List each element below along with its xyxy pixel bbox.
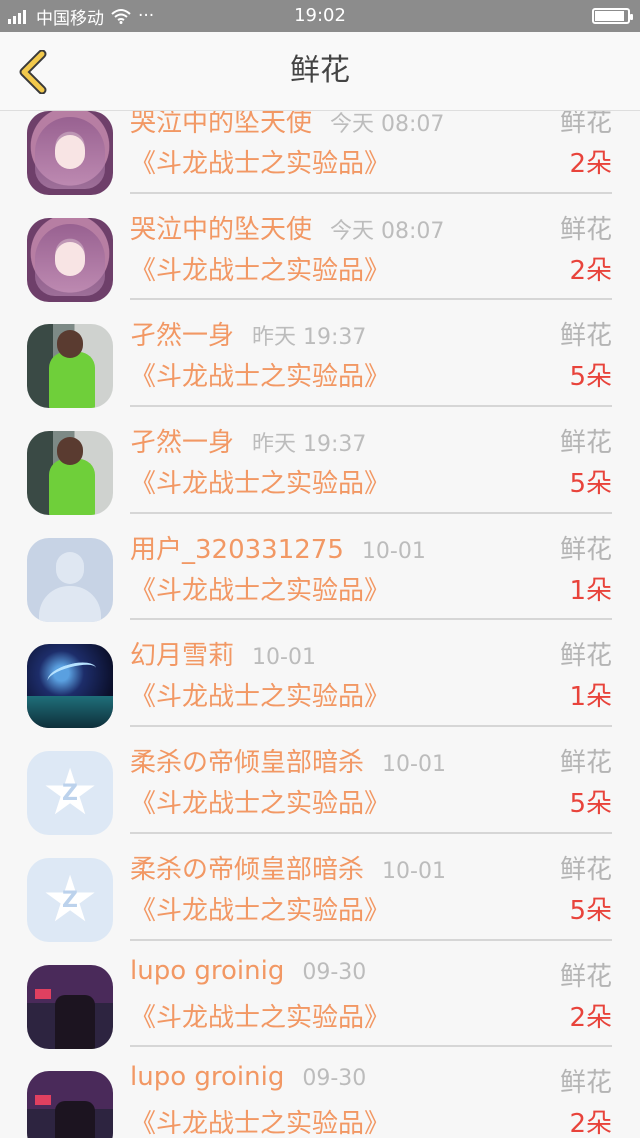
avatar[interactable] xyxy=(27,1071,113,1138)
book-title[interactable]: 《斗龙战士之实验品》 xyxy=(130,1103,390,1138)
sender-name[interactable]: lupo groinig 09-30 xyxy=(130,1062,366,1092)
gift-type: 鲜花 xyxy=(559,214,612,245)
sender-name[interactable]: 孑然一身 昨天 19:37 xyxy=(130,422,366,459)
list-item[interactable]: 哭泣中的坠天使 今天 08:07 鲜花《斗龙战士之实验品》 2朵 xyxy=(0,194,640,302)
sender-name[interactable]: lupo groinig 09-30 xyxy=(130,956,366,986)
list-item[interactable]: 哭泣中的坠天使 今天 08:07 鲜花《斗龙战士之实验品》 2朵 xyxy=(0,111,640,195)
gift-type: 鲜花 xyxy=(559,321,612,352)
avatar[interactable] xyxy=(27,324,113,409)
sender-name-text[interactable]: 柔杀の帝倾皇部暗杀 xyxy=(130,748,364,778)
list-item[interactable]: 孑然一身 昨天 19:37 鲜花《斗龙战士之实验品》 5朵 xyxy=(0,407,640,516)
gift-time: 今天 08:07 xyxy=(330,112,445,137)
gift-count: 2朵 xyxy=(569,1109,612,1138)
sender-name[interactable]: 哭泣中的坠天使 今天 08:07 xyxy=(130,111,444,139)
gift-count: 1朵 xyxy=(569,575,612,606)
avatar[interactable]: ★ Z xyxy=(27,857,113,942)
avatar[interactable] xyxy=(27,644,113,729)
gift-time: 10-01 xyxy=(361,538,426,564)
book-title[interactable]: 《斗龙战士之实验品》 xyxy=(130,143,390,180)
gift-type: 鲜花 xyxy=(559,961,612,992)
gift-type: 鲜花 xyxy=(559,854,612,885)
avatar[interactable] xyxy=(27,217,113,302)
status-bar: 中国移动 ··· 19:02 xyxy=(0,0,640,32)
battery-icon xyxy=(592,8,633,24)
list-item[interactable]: ★ Z 柔杀の帝倾皇部暗杀 10-01 鲜花《斗龙战士之实验品》 5朵 xyxy=(0,834,640,942)
sender-name-text[interactable]: 孑然一身 xyxy=(130,321,234,351)
avatar[interactable] xyxy=(27,964,113,1049)
list-item[interactable]: 用户_320331275 10-01 鲜花《斗龙战士之实验品》 1朵 xyxy=(0,514,640,622)
gift-count: 5朵 xyxy=(569,362,612,393)
status-time: 19:02 xyxy=(294,5,346,26)
gift-time: 10-01 xyxy=(252,645,316,671)
sender-name-text[interactable]: 幻月雪莉 xyxy=(130,641,234,671)
sender-name-text[interactable]: lupo groinig xyxy=(130,956,284,986)
book-title[interactable]: 《斗龙战士之实验品》 xyxy=(130,783,390,820)
chevron-left-icon xyxy=(19,49,47,95)
gift-type: 鲜花 xyxy=(559,111,612,138)
gift-type: 鲜花 xyxy=(559,1068,612,1099)
sender-name-text[interactable]: 孑然一身 xyxy=(130,428,234,458)
sender-name-text[interactable]: 哭泣中的坠天使 xyxy=(130,111,312,138)
sender-name[interactable]: 哭泣中的坠天使 今天 08:07 xyxy=(130,209,444,246)
avatar[interactable] xyxy=(27,537,113,622)
gift-count: 5朵 xyxy=(569,469,612,500)
gift-type: 鲜花 xyxy=(559,534,612,565)
sender-name[interactable]: 柔杀の帝倾皇部暗杀 10-01 xyxy=(130,742,446,779)
flower-gift-list[interactable]: 哭泣中的坠天使 今天 08:07 鲜花 《斗龙战士之实验品》 2朵 哭泣中的坠天使 今天 0… xyxy=(0,111,640,1138)
gift-time: 昨天 19:37 xyxy=(252,325,367,351)
list-item[interactable]: ★ Z 柔杀の帝倾皇部暗杀 10-01 鲜花《斗龙战士之实验品》 5朵 xyxy=(0,727,640,836)
gift-count: 2朵 xyxy=(569,149,612,179)
gift-time: 10-01 xyxy=(382,752,446,778)
gift-count: 5朵 xyxy=(569,789,612,820)
gift-time: 10-01 xyxy=(382,858,446,884)
gift-time: 昨天 19:37 xyxy=(252,432,367,458)
sender-name-text[interactable]: 用户_320331275 xyxy=(130,535,344,565)
book-title[interactable]: 《斗龙战士之实验品》 xyxy=(130,676,390,713)
sender-name-text[interactable]: 柔杀の帝倾皇部暗杀 xyxy=(130,855,364,885)
back-button[interactable] xyxy=(14,49,54,95)
book-title[interactable]: 《斗龙战士之实验品》 xyxy=(130,570,390,607)
sender-name[interactable]: 幻月雪莉 10-01 xyxy=(130,635,316,672)
sender-name[interactable]: 用户_320331275 10-01 xyxy=(130,529,426,566)
list-item[interactable]: lupo groinig 09-30 鲜花《斗龙战士之实验品》 2朵 xyxy=(0,1047,640,1138)
book-title[interactable]: 《斗龙战士之实验品》 xyxy=(130,463,390,500)
gift-type: 鲜花 xyxy=(559,748,612,779)
book-title[interactable]: 《斗龙战士之实验品》 xyxy=(130,997,390,1034)
sender-name[interactable]: 孑然一身 昨天 19:37 xyxy=(130,315,366,352)
gift-count: 2朵 xyxy=(569,255,612,286)
book-title[interactable]: 《斗龙战士之实验品》 xyxy=(130,890,390,927)
avatar[interactable] xyxy=(27,111,113,195)
book-title[interactable]: 《斗龙战士之实验品》 xyxy=(130,356,390,393)
gift-time: 今天 08:07 xyxy=(330,218,445,244)
sender-name-text[interactable]: 哭泣中的坠天使 xyxy=(130,215,312,245)
gift-time: 09-30 xyxy=(302,959,367,985)
list-item[interactable]: 孑然一身 昨天 19:37 鲜花《斗龙战士之实验品》 5朵 xyxy=(0,300,640,409)
gift-count: 2朵 xyxy=(569,1002,612,1033)
book-title[interactable]: 《斗龙战士之实验品》 xyxy=(130,250,390,287)
gift-type: 鲜花 xyxy=(559,428,612,459)
sender-name[interactable]: 柔杀の帝倾皇部暗杀 10-01 xyxy=(130,849,446,886)
gift-type: 鲜花 xyxy=(559,641,612,672)
avatar[interactable]: ★ Z xyxy=(27,751,113,836)
list-item[interactable]: lupo groinig 09-30 鲜花《斗龙战士之实验品》 2朵 xyxy=(0,941,640,1049)
page-title: 鲜花 xyxy=(290,53,350,88)
nav-header: 鲜花 xyxy=(0,32,640,111)
gift-time: 09-30 xyxy=(302,1066,367,1092)
sender-name-text[interactable]: lupo groinig xyxy=(130,1062,284,1092)
gift-count: 5朵 xyxy=(569,895,612,926)
avatar[interactable] xyxy=(27,431,113,516)
list-item[interactable]: 幻月雪莉 10-01 鲜花《斗龙战士之实验品》 1朵 xyxy=(0,620,640,729)
gift-count: 1朵 xyxy=(569,682,612,713)
